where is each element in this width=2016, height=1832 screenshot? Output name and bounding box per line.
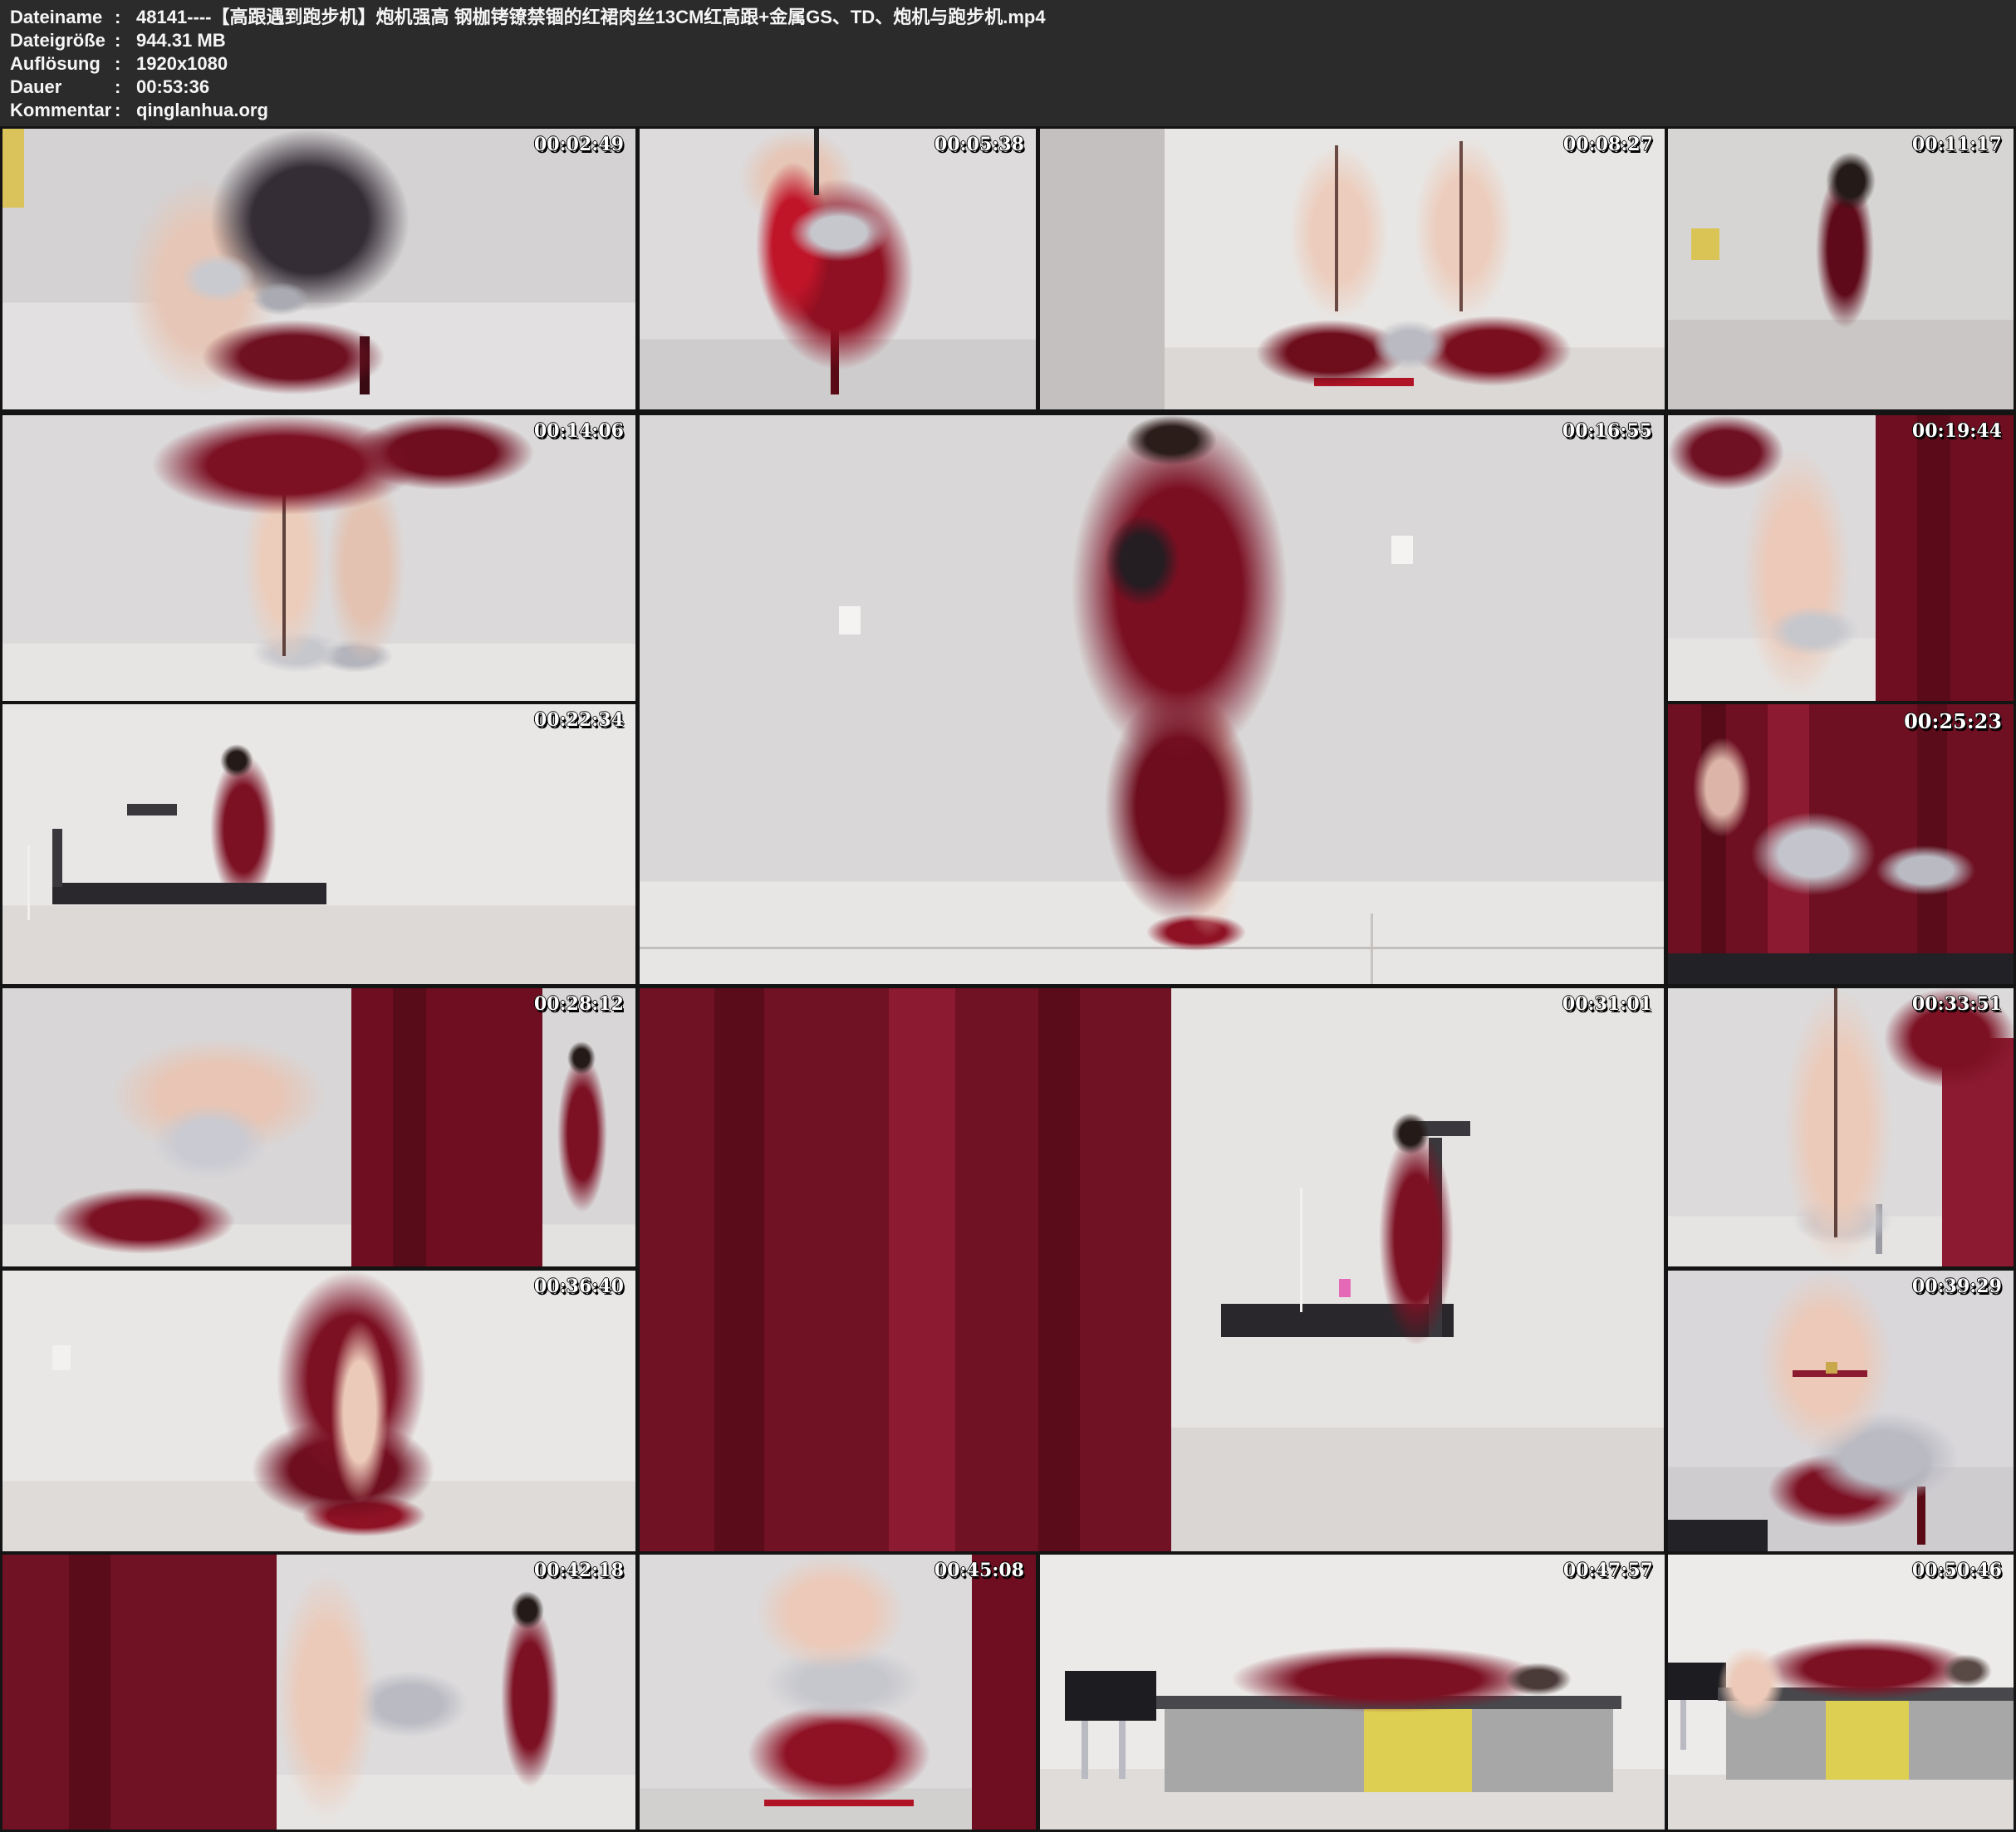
thumbnail-00-16-55: 00:16:55	[640, 415, 1664, 984]
thumbnail-00-05-38: 00:05:38	[640, 129, 1036, 409]
thumbnail-00-19-44: 00:19:44	[1668, 415, 2014, 701]
meta-value-filesize: 944.31 MB	[136, 29, 226, 52]
timestamp-label: 00:25:23	[1904, 709, 2002, 733]
thumbnail-00-50-46: 00:50:46	[1668, 1555, 2014, 1830]
meta-label-filesize: Dateigröße	[10, 29, 115, 52]
timestamp-label: 00:47:57	[1563, 1560, 1653, 1581]
timestamp-label: 00:22:34	[534, 709, 624, 731]
timestamp-label: 00:11:17	[1912, 134, 2002, 155]
thumbnail-00-02-49: 00:02:49	[2, 129, 635, 409]
meta-separator: :	[115, 6, 136, 29]
timestamp-label: 00:42:18	[534, 1560, 624, 1581]
thumbnail-00-47-57: 00:47:57	[1040, 1555, 1665, 1830]
thumbnail-00-14-06: 00:14:06	[2, 415, 635, 701]
file-info-header: Dateiname : 48141----【高跟遇到跑步机】炮机强高 钢枷铐镣禁…	[0, 0, 2016, 126]
thumbnail-00-28-12: 00:28:12	[2, 988, 635, 1266]
timestamp-label: 00:05:38	[934, 134, 1024, 155]
timestamp-label: 00:28:12	[534, 993, 624, 1015]
thumbnail-00-33-51: 00:33:51	[1668, 988, 2014, 1266]
timestamp-label: 00:31:01	[1562, 993, 1652, 1015]
timestamp-label: 00:08:27	[1563, 134, 1653, 155]
thumbnail-00-36-40: 00:36:40	[2, 1271, 635, 1551]
timestamp-label: 00:02:49	[534, 134, 624, 155]
meta-row-filename: Dateiname : 48141----【高跟遇到跑步机】炮机强高 钢枷铐镣禁…	[0, 6, 2016, 29]
meta-row-resolution: Auflösung : 1920x1080	[0, 52, 2016, 76]
thumbnail-00-31-01: 00:31:01	[640, 988, 1664, 1551]
thumbnail-00-42-18: 00:42:18	[2, 1555, 635, 1830]
thumbnail-00-45-08: 00:45:08	[640, 1555, 1036, 1830]
meta-separator: :	[115, 99, 136, 122]
timestamp-label: 00:36:40	[534, 1276, 624, 1297]
meta-separator: :	[115, 52, 136, 76]
meta-value-resolution: 1920x1080	[136, 52, 228, 76]
thumbnail-00-11-17: 00:11:17	[1668, 129, 2014, 409]
timestamp-label: 00:16:55	[1562, 420, 1652, 442]
meta-separator: :	[115, 29, 136, 52]
timestamp-label: 00:39:29	[1912, 1276, 2002, 1297]
meta-row-comment: Kommentar : qinglanhua.org	[0, 99, 2016, 122]
meta-value-duration: 00:53:36	[136, 76, 209, 99]
thumbnail-00-39-29: 00:39:29	[1668, 1271, 2014, 1551]
thumbnail-00-22-34: 00:22:34	[2, 704, 635, 984]
meta-row-filesize: Dateigröße : 944.31 MB	[0, 29, 2016, 52]
thumbnail-00-25-23: 00:25:23	[1668, 704, 2014, 984]
timestamp-label: 00:33:51	[1912, 993, 2002, 1015]
meta-label-filename: Dateiname	[10, 6, 115, 29]
timestamp-label: 00:45:08	[934, 1560, 1024, 1581]
thumbnail-00-08-27: 00:08:27	[1040, 129, 1665, 409]
meta-label-comment: Kommentar	[10, 99, 115, 122]
timestamp-label: 00:50:46	[1912, 1560, 2002, 1581]
meta-row-duration: Dauer : 00:53:36	[0, 76, 2016, 99]
meta-separator: :	[115, 76, 136, 99]
meta-label-resolution: Auflösung	[10, 52, 115, 76]
timestamp-label: 00:19:44	[1912, 420, 2002, 442]
timestamp-label: 00:14:06	[534, 420, 624, 442]
meta-value-filename: 48141----【高跟遇到跑步机】炮机强高 钢枷铐镣禁锢的红裙肉丝13CM红高…	[136, 6, 1046, 29]
meta-label-duration: Dauer	[10, 76, 115, 99]
meta-value-comment: qinglanhua.org	[136, 99, 268, 122]
